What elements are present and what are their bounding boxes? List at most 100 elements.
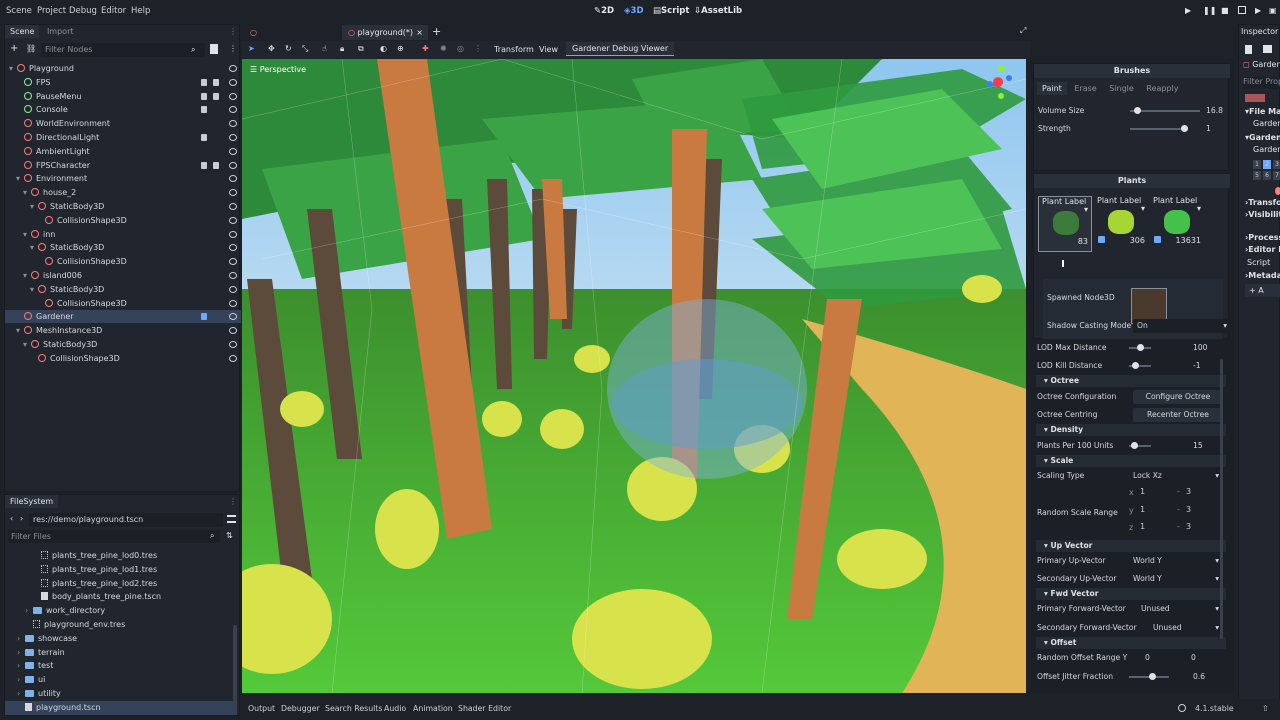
file-row[interactable]: › utility [5,687,237,701]
tree-row[interactable]: ▾ house_2 [5,186,241,199]
workspace-2d-button[interactable]: ✎2D [594,6,614,16]
view-gizmo[interactable] [987,65,1020,105]
play-icon[interactable]: ▶ [1185,6,1191,15]
fwd-vector-section[interactable]: ▾ Fwd Vector [1036,588,1226,600]
file-row[interactable]: › test [5,659,237,673]
tree-row[interactable]: ▾ MeshInstance3D [5,324,241,337]
file-row[interactable]: playground.tscn [5,700,237,715]
tab-body-plants-tree-pine[interactable]: ○ body_plants_tree_pine [244,25,340,52]
tree-row[interactable]: ▾ StaticBody3D [5,283,241,296]
select-tool-icon[interactable]: ➤ [248,44,255,53]
chevron-down-icon[interactable]: ▾ [9,62,17,75]
slider-knob[interactable] [1132,362,1139,369]
scrollbar[interactable] [233,625,237,711]
tree-row[interactable]: Gardener [5,310,241,324]
tab-shader-editor[interactable]: Shader Editor [458,704,511,713]
file-row[interactable]: playground_env.tres [5,618,237,632]
metadata-section[interactable]: ›Metadat [1245,271,1280,280]
load-resource-icon[interactable] [1263,45,1272,53]
layer-cell[interactable]: 3 [1273,160,1280,169]
list-scroll-marker[interactable] [1062,260,1064,267]
script-icon[interactable] [201,134,207,141]
script-icon[interactable] [201,313,207,321]
tree-row[interactable]: ▾ Environment [5,172,241,185]
tab-search-results[interactable]: Search Results [325,704,382,713]
menu-project[interactable]: Project [37,6,66,16]
tab-inspector[interactable]: Inspector [1241,27,1278,36]
lock-icon[interactable]: 🔒︎ [340,44,344,54]
file-row[interactable]: plants_tree_pine_lod0.tres [5,549,237,563]
secondary-forward-vector-dropdown[interactable]: Unused ▾ [1149,621,1223,635]
visibility-eye-icon[interactable] [229,65,237,72]
tree-row[interactable]: CollisionShape3D [5,255,241,268]
workspace-3d-button[interactable]: ◈3D [624,6,644,16]
new-resource-icon[interactable] [1245,45,1252,54]
rotate-tool-icon[interactable]: ↻ [285,44,292,53]
workspace-assetlib-button[interactable]: ⇩AssetLib [694,6,742,16]
visibility-eye-icon[interactable] [229,147,237,155]
tree-row[interactable]: WorldEnvironment [5,117,241,130]
lod-kill-distance-slider[interactable] [1129,362,1151,369]
chevron-right-icon[interactable]: › [17,632,25,646]
slider-knob[interactable] [1181,125,1188,132]
slider-knob[interactable] [1131,442,1139,449]
camera-icon[interactable]: ◐ [380,44,387,53]
tree-row[interactable]: ▾ Playground [5,62,241,75]
viewport-3d[interactable]: ☰ Perspective [242,59,1026,693]
chevron-right-icon[interactable]: › [17,687,25,701]
chevron-down-icon[interactable]: ▾ [30,241,38,254]
tree-row[interactable]: ▾ StaticBody3D [5,200,241,213]
visibility-eye-icon[interactable] [229,120,237,128]
close-icon[interactable]: × [416,25,423,40]
scale-max-field[interactable]: 3 [1183,502,1219,517]
tree-row[interactable]: FPSCharacter [5,159,241,172]
garden-field[interactable]: Garden [1253,119,1280,128]
tree-row[interactable]: ▾ StaticBody3D [5,241,241,254]
workspace-script-button[interactable]: ▤Script [653,6,689,16]
distraction-free-icon[interactable]: ⤢ [1020,26,1026,36]
visibility-eye-icon[interactable] [229,78,237,86]
process-section[interactable]: ›Process [1245,233,1280,242]
chevron-right-icon[interactable]: › [25,604,33,618]
slider-knob[interactable] [1136,344,1144,351]
tab-output[interactable]: Output [248,704,275,713]
forward-icon[interactable]: › [20,514,23,523]
menu-debug[interactable]: Debug [69,6,97,16]
tab-single[interactable]: Single [1104,82,1139,95]
chevron-down-icon[interactable]: ▾ [1084,205,1088,214]
view-menu[interactable]: View [539,45,558,54]
tab-reapply[interactable]: Reapply [1141,82,1183,95]
filter-nodes-input[interactable]: Filter Nodes [41,43,205,57]
random-offset-max-field[interactable]: 0 [1187,651,1223,665]
visibility-eye-icon[interactable] [229,189,237,197]
layer-cell[interactable]: 6 [1263,171,1271,180]
visibility-eye-icon[interactable] [229,354,237,362]
visibility-section[interactable]: ›Visibility [1245,210,1280,219]
chevron-down-icon[interactable]: ▾ [23,186,31,199]
file-row[interactable]: › ui [5,673,237,687]
menu-icon[interactable]: ⋮ [229,44,237,53]
gardener-debug-viewer-button[interactable]: Gardener Debug Viewer [566,42,675,56]
checkbox-icon[interactable] [1154,236,1161,243]
tab-import[interactable]: Import [42,25,79,38]
add-tab-icon[interactable]: + [432,25,441,38]
movie-icon[interactable]: ▣ [1269,6,1277,15]
tab-animation[interactable]: Animation [413,704,453,713]
scale-min-field[interactable]: 1 [1137,485,1173,499]
tree-row[interactable]: PauseMenu [5,90,241,103]
file-row[interactable]: › work_directory [5,604,237,618]
random-offset-min-field[interactable]: 0 [1141,651,1179,665]
dock-menu-icon[interactable]: ⋮ [229,497,237,506]
visibility-eye-icon[interactable] [229,92,237,100]
chevron-down-icon[interactable]: ▾ [16,172,24,185]
recenter-octree-button[interactable]: Recenter Octree [1133,408,1223,422]
chevron-down-icon[interactable]: ▾ [23,269,31,282]
layer-cell[interactable]: 2 [1263,160,1271,169]
signal-icon[interactable] [213,161,219,169]
plant-card[interactable]: Plant Label ▾ 83 [1038,196,1092,252]
dock-menu-icon[interactable]: ⋮ [229,27,237,36]
attach-script-icon[interactable] [210,44,218,54]
tab-debugger[interactable]: Debugger [281,704,320,713]
transform-menu[interactable]: Transform [494,45,534,54]
chevron-right-icon[interactable]: › [17,673,25,687]
